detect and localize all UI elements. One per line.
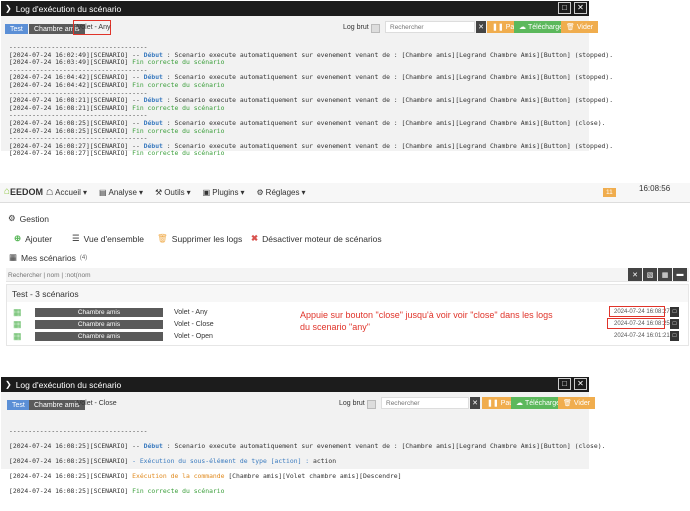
caret-down-icon: ▾ — [139, 188, 144, 197]
add-button[interactable]: ⊕ Ajouter — [14, 233, 52, 244]
chart-icon: ▤ — [98, 188, 107, 197]
pause-icon: ❚❚ — [492, 24, 504, 31]
scenario-icon: ▦ — [13, 319, 22, 329]
log-line: [2024-07-24 16:08:25][SCENARIO] Fin corr… — [9, 487, 225, 496]
annotation-text: Appuie sur bouton "close" jusqu'à voir v… — [300, 310, 553, 332]
home-icon: ☖ — [46, 188, 54, 197]
close-icon[interactable]: ✕ — [574, 2, 587, 14]
log-line: [2024-07-24 16:08:25][SCENARIO] Exécutio… — [9, 472, 402, 481]
highlight-box — [609, 306, 665, 317]
scenarios-title: ▦ Mes scénarios (4) — [9, 252, 88, 263]
maximize-icon[interactable]: □ — [558, 2, 571, 14]
nav-accueil[interactable]: ☖ Accueil ▾ — [46, 188, 87, 197]
message-badge[interactable]: 11 — [603, 188, 616, 197]
caret-down-icon: ▾ — [186, 188, 191, 197]
scenario-name[interactable]: Volet - Open — [174, 333, 213, 340]
chevron-right-icon: ❯ — [5, 380, 12, 389]
scenario-name[interactable]: Volet - Close — [174, 321, 214, 328]
log-line: [2024-07-24 16:08:25][SCENARIO] - Exécut… — [9, 456, 337, 465]
gestion-section: ⚙ Gestion ⊕ Ajouter ☰ Vue d'ensemble 🗑 Suppr… — [0, 205, 690, 253]
nav-analyse[interactable]: ▤ Analyse ▾ — [99, 188, 143, 197]
folder-open-icon[interactable]: ▧ — [643, 268, 657, 281]
cloud-download-icon: ☁ — [519, 24, 526, 31]
scenario-search-bar: ✕ ▧ ▦ ▬ — [6, 268, 689, 282]
trash-icon: 🗑 — [157, 233, 168, 243]
tab-test[interactable]: Test — [5, 24, 28, 34]
log-brut-checkbox[interactable] — [367, 400, 376, 409]
tab-test[interactable]: Test — [7, 400, 30, 410]
gestion-title: ⚙ Gestion — [8, 213, 49, 224]
scenario-group-title[interactable]: Test - 3 scénarios — [7, 285, 688, 302]
log-brut-label: Log brut — [339, 400, 365, 407]
list-icon: ☰ — [72, 233, 80, 243]
caret-down-icon: ▾ — [82, 188, 87, 197]
chevron-right-icon: ❯ — [5, 4, 12, 13]
caret-down-icon: ▾ — [301, 188, 306, 197]
nav-plugins[interactable]: ▣ Plugins ▾ — [203, 188, 245, 197]
clear-filter-icon[interactable]: ✕ — [628, 268, 642, 281]
trash-icon: 🗑 — [566, 24, 575, 31]
clear-button[interactable]: 🗑 Vider — [561, 21, 599, 33]
copy-icon[interactable]: □ — [670, 319, 679, 329]
cloud-download-icon: ☁ — [516, 400, 523, 407]
folder-closed-icon[interactable]: ▦ — [658, 268, 672, 281]
nav-reglages[interactable]: ⚙ Réglages ▾ — [257, 188, 306, 197]
compact-view-icon[interactable]: ▬ — [673, 268, 687, 281]
log-output: ------------------------------------ [20… — [9, 426, 606, 496]
highlight-box — [607, 318, 665, 329]
folder-icon: ▦ — [9, 252, 18, 262]
scenario-last-run: 2024-07-24 16:01:21 — [614, 333, 670, 339]
copy-icon[interactable]: □ — [670, 307, 679, 317]
clear-search-icon[interactable]: ✕ — [476, 21, 486, 33]
scenario-object-label[interactable]: Chambre amis — [35, 320, 163, 329]
log-brut-checkbox[interactable] — [371, 24, 380, 33]
clear-button[interactable]: 🗑 Vider — [558, 397, 596, 409]
copy-icon[interactable]: □ — [670, 331, 679, 341]
trash-icon: 🗑 — [563, 400, 572, 407]
overview-button[interactable]: ☰ Vue d'ensemble — [72, 233, 144, 244]
wrench-icon: ⚒ — [155, 188, 163, 197]
log-output: ------------------------------------ [202… — [1, 36, 613, 158]
scenario-icon: ▦ — [13, 331, 22, 341]
puzzle-icon: ▣ — [202, 188, 211, 197]
log-window-titlebar: ❯ Log d'exécution du scénario □ ✕ — [1, 1, 589, 16]
pause-icon: ❚❚ — [487, 400, 499, 407]
log-brut-label: Log brut — [343, 24, 369, 31]
log-window-title: Log d'exécution du scénario — [15, 3, 122, 14]
caret-down-icon: ▾ — [240, 188, 245, 197]
log-line: [2024-07-24 16:08:27][SCENARIO] Fin corr… — [9, 149, 225, 158]
tab-scenario[interactable]: Volet - Any — [77, 24, 110, 31]
disable-engine-button[interactable]: ✖ Désactiver moteur de scénarios — [251, 233, 382, 244]
log-search-input[interactable] — [381, 397, 469, 409]
scenario-object-label[interactable]: Chambre amis — [35, 332, 163, 341]
scenario-object-label[interactable]: Chambre amis — [35, 308, 163, 317]
nav-outils[interactable]: ⚒ Outils ▾ — [155, 188, 191, 197]
jeedom-logo[interactable]: ⌂ EEDOM — [4, 186, 43, 197]
scenario-search-input[interactable] — [8, 269, 608, 281]
cog-icon: ⚙ — [8, 213, 16, 223]
times-icon: ✖ — [251, 233, 259, 243]
plus-circle-icon: ⊕ — [14, 233, 22, 243]
clear-search-icon[interactable]: ✕ — [470, 397, 480, 409]
log-window-2: ❯ Log d'exécution du scénario □ ✕ Test C… — [1, 377, 605, 495]
clock: 16:08:56 — [639, 184, 671, 193]
navbar: ⌂ EEDOM ☖ Accueil ▾ ▤ Analyse ▾ ⚒ Outils ▾ ▣ Plu… — [0, 183, 690, 203]
close-icon[interactable]: ✕ — [574, 378, 587, 390]
gears-icon: ⚙ — [256, 188, 264, 197]
log-window-title: Log d'exécution du scénario — [15, 379, 122, 390]
log-window-1: ❯ Log d'exécution du scénario □ ✕ Test C… — [1, 1, 613, 157]
log-window-titlebar: ❯ Log d'exécution du scénario □ ✕ — [1, 377, 589, 392]
log-search-input[interactable] — [385, 21, 475, 33]
scenario-icon: ▦ — [13, 307, 22, 317]
maximize-icon[interactable]: □ — [558, 378, 571, 390]
tab-scenario[interactable]: Volet - Close — [77, 400, 117, 407]
scenario-name[interactable]: Volet - Any — [174, 309, 207, 316]
log-line: [2024-07-24 16:08:25][SCENARIO] -- Début… — [9, 441, 606, 450]
delete-logs-button[interactable]: 🗑 Supprimer les logs — [157, 233, 242, 244]
